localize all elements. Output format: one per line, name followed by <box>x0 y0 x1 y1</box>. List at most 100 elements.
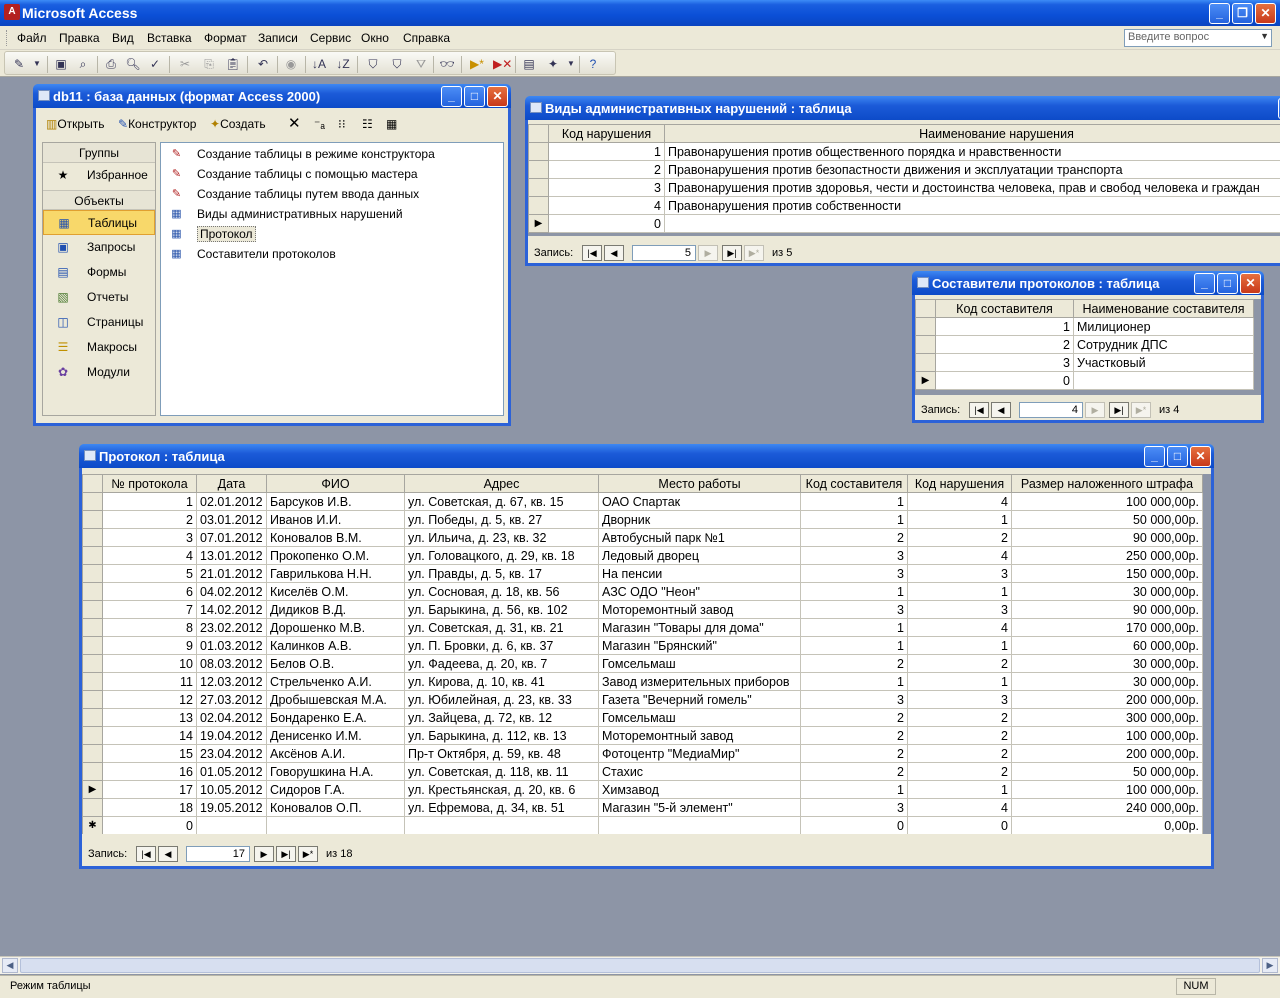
cell-fine-amount[interactable]: 30 000,00р. <box>1011 582 1203 601</box>
cell-full-name[interactable]: Стрельченко А.И. <box>266 672 405 691</box>
cell-workplace[interactable]: ОАО Спартак <box>598 492 801 511</box>
new-object-icon[interactable]: ✦ <box>545 56 561 72</box>
cell-compiler-code[interactable]: 1 <box>935 317 1074 336</box>
cell-address[interactable]: ул. Правды, д. 5, кв. 17 <box>404 564 599 583</box>
first-record-button[interactable]: |◀ <box>969 402 989 418</box>
large-icons-icon[interactable]: ⁻ₐ <box>314 117 325 131</box>
row-selector[interactable] <box>82 708 103 727</box>
create-table-data-item[interactable]: ✎ Создание таблицы путем ввода данных <box>167 185 419 203</box>
scroll-thumb[interactable] <box>20 958 1260 973</box>
cell-address[interactable]: ул. Кирова, д. 10, кв. 41 <box>404 672 599 691</box>
table-row[interactable]: 9 01.03.2012 Калинков А.В. ул. П. Бровки, д… <box>82 636 1203 655</box>
new-record-button[interactable]: ▶* <box>744 245 764 261</box>
minimize-button[interactable]: _ <box>1209 3 1230 24</box>
cell-protocol-number[interactable]: 12 <box>102 690 197 709</box>
create-button[interactable]: ✦Создать <box>210 117 266 131</box>
compilers-minimize-button[interactable]: _ <box>1194 273 1215 294</box>
row-selector[interactable] <box>82 510 103 529</box>
row-selector[interactable] <box>82 564 103 583</box>
cell-workplace[interactable]: Гомсельмаш <box>598 654 801 673</box>
protocol-close-button[interactable]: ✕ <box>1190 446 1211 467</box>
row-selector[interactable] <box>82 672 103 691</box>
column-header[interactable]: Код составителя <box>800 474 908 493</box>
print-icon[interactable]: ⎙ <box>103 56 119 72</box>
hyperlink-icon[interactable]: ◉ <box>283 56 299 72</box>
cell-workplace[interactable]: Магазин "5-й элемент" <box>598 798 801 817</box>
first-record-button[interactable]: |◀ <box>136 846 156 862</box>
cell-compiler-code[interactable]: 3 <box>800 600 908 619</box>
cell-violation-code[interactable]: 1 <box>548 142 665 161</box>
cell-compiler-code[interactable]: 1 <box>800 636 908 655</box>
cell-compiler-code[interactable]: 3 <box>800 798 908 817</box>
database-window-icon[interactable]: ▤ <box>521 56 537 72</box>
cell-date[interactable]: 23.04.2012 <box>196 744 267 763</box>
record-number-input[interactable]: 4 <box>1019 402 1083 418</box>
groups-header[interactable]: Группы <box>43 143 155 163</box>
cell-fine-amount[interactable]: 90 000,00р. <box>1011 600 1203 619</box>
table-row[interactable]: 8 23.02.2012 Дорошенко М.В. ул. Советская, … <box>82 618 1203 637</box>
cell-address[interactable]: ул. Фадеева, д. 20, кв. 7 <box>404 654 599 673</box>
cell-fine-amount[interactable]: 100 000,00р. <box>1011 726 1203 745</box>
cell-date[interactable]: 12.03.2012 <box>196 672 267 691</box>
row-selector[interactable] <box>82 762 103 781</box>
cell-compiler-code[interactable]: 2 <box>935 335 1074 354</box>
previous-record-button[interactable]: ◀ <box>604 245 624 261</box>
cell-compiler-code[interactable]: 3 <box>935 353 1074 372</box>
cell-date[interactable]: 02.04.2012 <box>196 708 267 727</box>
delete-record-icon[interactable]: ▶✕ <box>493 56 512 72</box>
cell-fine-amount[interactable]: 100 000,00р. <box>1011 780 1203 799</box>
cell-workplace[interactable]: Стахис <box>598 762 801 781</box>
objects-queries[interactable]: ▣ Запросы <box>43 235 155 260</box>
cell-compiler-code[interactable]: 1 <box>800 492 908 511</box>
cell-compiler-code[interactable]: 2 <box>800 708 908 727</box>
cell-violation-code[interactable]: 4 <box>907 618 1012 637</box>
cell-compiler-code[interactable]: 3 <box>800 546 908 565</box>
cell-protocol-number[interactable]: 5 <box>102 564 197 583</box>
cell-violation-name[interactable] <box>664 214 1280 233</box>
first-record-button[interactable]: |◀ <box>582 245 602 261</box>
row-selector[interactable] <box>528 196 549 215</box>
new-record-button[interactable]: ▶* <box>298 846 318 862</box>
cell-fine-amount[interactable]: 30 000,00р. <box>1011 654 1203 673</box>
row-selector[interactable] <box>82 636 103 655</box>
cell-date[interactable]: 19.05.2012 <box>196 798 267 817</box>
design-button[interactable]: ✎Конструктор <box>118 117 196 131</box>
cell-fine-amount[interactable]: 240 000,00р. <box>1011 798 1203 817</box>
menu-edit[interactable]: Правка <box>59 31 100 45</box>
view-design-icon[interactable]: ✎ <box>11 56 27 72</box>
cell-compiler-code[interactable]: 3 <box>800 690 908 709</box>
last-record-button[interactable]: ▶| <box>722 245 742 261</box>
cell-fine-amount[interactable]: 200 000,00р. <box>1011 744 1203 763</box>
cell-fine-amount[interactable]: 170 000,00р. <box>1011 618 1203 637</box>
cell-workplace[interactable]: Ледовый дворец <box>598 546 801 565</box>
ask-question-input[interactable]: Введите вопрос ▼ <box>1124 29 1272 47</box>
cell-compiler-code[interactable]: 2 <box>800 744 908 763</box>
cell-address[interactable]: ул. Барыкина, д. 112, кв. 13 <box>404 726 599 745</box>
cell-date[interactable]: 01.05.2012 <box>196 762 267 781</box>
current-record-indicator-icon[interactable]: ▶ <box>528 214 549 233</box>
cell-address[interactable]: ул. Барыкина, д. 56, кв. 102 <box>404 600 599 619</box>
cell-violation-code[interactable]: 4 <box>907 798 1012 817</box>
cell-full-name[interactable]: Калинков А.В. <box>266 636 405 655</box>
cell-fine-amount[interactable]: 60 000,00р. <box>1011 636 1203 655</box>
menu-format[interactable]: Формат <box>204 31 247 45</box>
cell-protocol-number[interactable]: 13 <box>102 708 197 727</box>
dropdown-arrow-icon[interactable]: ▼ <box>1260 31 1269 41</box>
objects-macros[interactable]: ☰ Макросы <box>43 335 155 360</box>
column-header[interactable]: Адрес <box>404 474 599 493</box>
cell-date[interactable]: 14.02.2012 <box>196 600 267 619</box>
save-icon[interactable]: ▣ <box>53 56 69 72</box>
favorites-item[interactable]: ★ Избранное <box>43 163 155 188</box>
sort-ascending-icon[interactable]: ↓A <box>311 56 327 72</box>
row-selector[interactable] <box>82 546 103 565</box>
cell-compiler-code[interactable]: 0 <box>935 371 1074 390</box>
previous-record-button[interactable]: ◀ <box>991 402 1011 418</box>
cell-compiler-code[interactable]: 2 <box>800 654 908 673</box>
cell-compiler-name[interactable] <box>1073 371 1254 390</box>
cell-address[interactable]: ул. Советская, д. 67, кв. 15 <box>404 492 599 511</box>
cell-violation-code[interactable]: 2 <box>907 528 1012 547</box>
table-row[interactable]: ▶ 0 <box>528 214 1280 233</box>
cell-address[interactable]: ул. Зайцева, д. 72, кв. 12 <box>404 708 599 727</box>
cell-compiler-code[interactable]: 2 <box>800 762 908 781</box>
cell-protocol-number[interactable]: 15 <box>102 744 197 763</box>
